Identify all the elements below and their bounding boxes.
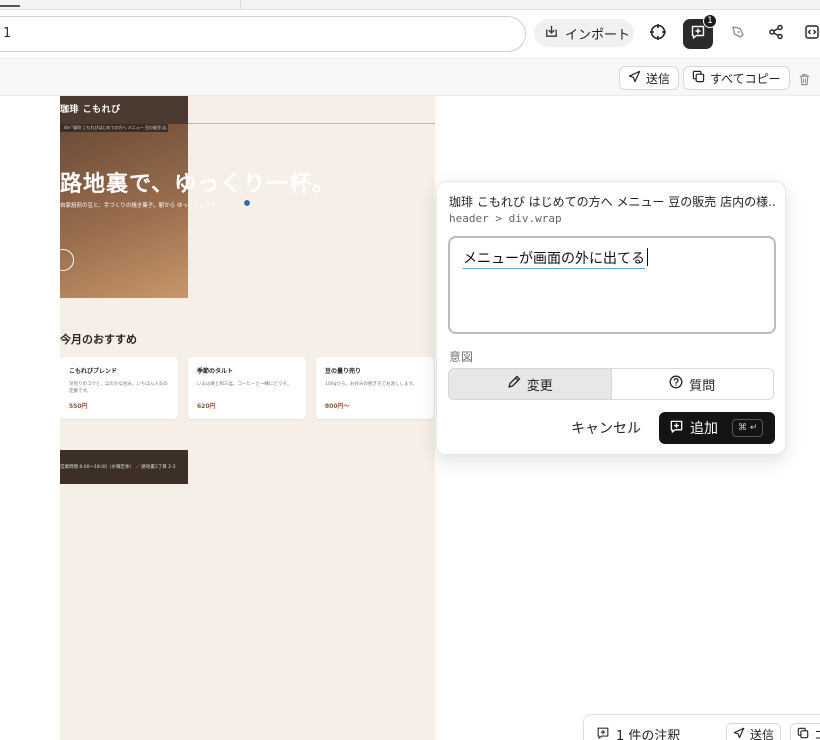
intent-change-option[interactable]: 変更 <box>449 369 612 399</box>
site-header[interactable]: 珈琲 こもれび <box>60 96 188 124</box>
copy-all-button[interactable]: すべてコピー <box>683 66 790 90</box>
target-element-text: 珈琲 こもれび はじめての方へ メニュー 豆の販売 店内の様... <box>449 195 777 209</box>
target-selector: header > div.wrap <box>449 212 562 225</box>
menu-card[interactable]: こもれびブレンド 深煎りのコクと、ほのかな甘み。いちばん人気の定番です。 550… <box>60 357 178 419</box>
menu-card[interactable]: 豆の量り売り 100gから。お好みの挽き方でお渡しします。 800円〜 <box>316 357 434 419</box>
download-icon <box>544 24 559 43</box>
summary-copy-button[interactable]: コ <box>790 723 820 740</box>
comment-plus-icon <box>596 726 610 740</box>
crosshair-button[interactable] <box>643 19 673 49</box>
annotation-count-label: 1 件の注釈 <box>616 729 681 740</box>
send-icon <box>733 727 745 740</box>
cancel-button[interactable]: キャンセル <box>561 412 651 444</box>
card-name: こもれびブレンド <box>69 368 118 375</box>
card-name: 豆の量り売り <box>325 368 362 375</box>
share-button[interactable] <box>761 19 791 49</box>
intent-label: 意図 <box>449 350 474 364</box>
pencil-icon <box>507 375 521 393</box>
question-icon <box>669 375 683 393</box>
action-bar: 送信 すべてコピー <box>0 58 820 96</box>
intent-question-label: 質問 <box>689 378 716 394</box>
summary-copy-label: コ <box>814 726 820 740</box>
site-brand: 珈琲 こもれび <box>60 105 121 115</box>
card-name: 季節のタルト <box>197 368 234 375</box>
url-text: 1 <box>3 26 12 41</box>
card-desc: いまは栗と和三盆。コーヒーと一緒にどうぞ。 <box>197 382 292 387</box>
annotation-textarea[interactable]: メニューが画面の外に出てる <box>448 236 776 334</box>
card-price: 620円 <box>197 403 216 410</box>
code-view-button[interactable] <box>797 19 820 49</box>
shortcut-hint: ⌘ ↵ <box>732 419 764 437</box>
card-desc: 深煎りのコクと、ほのかな甘み。いちばん人気の定番です。 <box>69 382 168 394</box>
text-caret <box>647 248 648 266</box>
site-preview[interactable]: 珈琲 こもれび div "珈琲 こもれびはじめての方へ メニュー 豆の販売 店.… <box>60 96 435 740</box>
copy-all-label: すべてコピー <box>710 71 781 86</box>
annotation-marker[interactable] <box>243 199 251 207</box>
url-bar[interactable]: 1 <box>0 16 526 52</box>
code-icon <box>804 24 820 44</box>
header-divider <box>188 123 435 124</box>
share-icon <box>768 24 784 44</box>
element-breadcrumb: div "珈琲 こもれびはじめての方へ メニュー 豆の販売 店... <box>60 124 168 132</box>
footer-text: 営業時間 8:00〜18:00（水曜定休） ／ 路地裏1丁目 2-3 <box>60 465 176 470</box>
tab-divider <box>240 0 241 10</box>
import-label: インポート <box>565 27 631 43</box>
summary-send-label: 送信 <box>750 727 775 740</box>
active-tab[interactable] <box>0 0 20 7</box>
app-window: 1 インポート 1 送信 すべてコピー 珈琲 こもれび div "珈琲 こもれび… <box>0 0 820 740</box>
annotation-summary-bar: 1 件の注釈 送信 コ <box>583 714 820 740</box>
site-footer: 営業時間 8:00〜18:00（水曜定休） ／ 路地裏1丁目 2-3 <box>60 450 188 484</box>
send-icon <box>628 70 641 86</box>
card-price: 550円 <box>69 403 88 410</box>
crosshair-icon <box>649 23 667 45</box>
intent-change-label: 変更 <box>526 378 553 394</box>
summary-send-button[interactable]: 送信 <box>726 723 782 740</box>
intent-question-option[interactable]: 質問 <box>611 369 773 399</box>
toolbar: 1 インポート 1 <box>0 10 820 58</box>
tab-strip <box>0 0 820 10</box>
hero-title: 路地裏で、ゆっくり一杯。 <box>60 172 336 197</box>
trash-icon[interactable] <box>798 71 811 90</box>
comment-plus-icon <box>690 24 706 44</box>
card-price: 800円〜 <box>325 403 350 410</box>
copy-icon <box>692 70 705 86</box>
annotation-count-badge: 1 <box>703 14 717 28</box>
import-button[interactable]: インポート <box>534 19 634 47</box>
send-label: 送信 <box>646 71 671 86</box>
annotation-popup: 珈琲 こもれび はじめての方へ メニュー 豆の販売 店内の様... header… <box>436 181 786 455</box>
hero-subtitle: 自家焙煎の豆と、手づくりの焼き菓子。駅から ゆっくりどうぞ。 <box>60 203 222 209</box>
comment-plus-icon <box>669 419 684 438</box>
annotation-text: メニューが画面の外に出てる <box>463 248 645 269</box>
add-annotation-button[interactable]: 追加 ⌘ ↵ <box>659 412 775 444</box>
card-desc: 100gから。お好みの挽き方でお渡しします。 <box>325 382 417 387</box>
copy-icon <box>797 727 809 740</box>
pen-nib-icon <box>730 24 746 44</box>
pen-tool-button[interactable] <box>723 19 753 49</box>
recommend-title: 今月のおすすめ <box>60 333 137 346</box>
menu-card[interactable]: 季節のタルト いまは栗と和三盆。コーヒーと一緒にどうぞ。 620円 <box>188 357 306 419</box>
annotation-count: 1 件の注釈 <box>596 725 680 740</box>
intent-segmented-control: 変更 質問 <box>448 368 774 400</box>
hero-image <box>60 124 188 298</box>
add-label: 追加 <box>690 421 718 437</box>
send-button[interactable]: 送信 <box>619 66 680 90</box>
